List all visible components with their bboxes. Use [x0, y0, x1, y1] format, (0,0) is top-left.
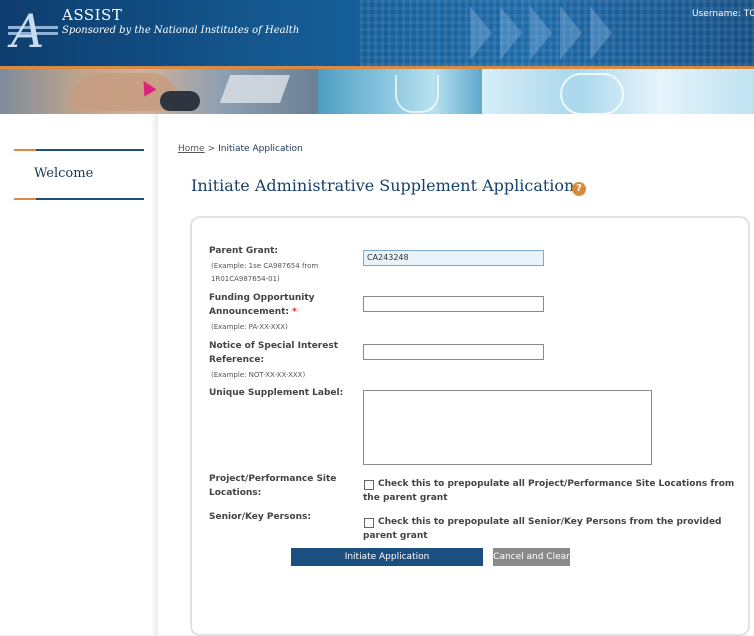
- senior-key-label: Senior/Key Persons:: [209, 512, 311, 522]
- cancel-and-clear-button[interactable]: Cancel and Clear: [493, 548, 570, 566]
- assist-logo[interactable]: A: [11, 8, 44, 54]
- breadcrumb-current: Initiate Application: [218, 144, 303, 154]
- foa-label-line2: Announcement: *: [209, 307, 297, 317]
- supplement-label-label: Unique Supplement Label:: [209, 388, 344, 398]
- nosi-label-line1: Notice of Special Interest: [209, 341, 339, 351]
- senior-key-checkbox-label-1[interactable]: Check this to prepopulate all Senior/Key…: [378, 515, 722, 529]
- main-content: Home > Initiate Application Initiate Admin…: [158, 114, 754, 636]
- banner-image: [0, 69, 754, 114]
- chevron-decoration: [560, 6, 582, 60]
- keyboard-image: [219, 75, 291, 103]
- site-header: A ASSIST Sponsored by the National Insti…: [0, 0, 754, 66]
- parent-grant-example-2: 1R01CA987654-01): [211, 275, 280, 283]
- sidebar: Welcome: [0, 114, 158, 635]
- project-sites-checkbox[interactable]: [364, 480, 374, 490]
- flask-image: [395, 75, 439, 113]
- parent-grant-label: Parent Grant:: [209, 246, 279, 256]
- nosi-label-line2: Reference:: [209, 355, 265, 365]
- username-label: Username: TO: [692, 9, 754, 19]
- required-marker: *: [292, 307, 297, 317]
- glassware-image: [560, 73, 624, 114]
- initiate-application-button[interactable]: Initiate Application: [291, 548, 483, 566]
- chevron-decoration: [530, 6, 552, 60]
- mouse-image: [160, 91, 200, 111]
- project-sites-checkbox-label-2[interactable]: the parent grant: [363, 491, 448, 505]
- application-form: Parent Grant: (Example: 1se CA987654 fro…: [190, 216, 750, 636]
- foa-input[interactable]: [363, 296, 544, 312]
- senior-key-checkbox-label-2[interactable]: parent grant: [363, 529, 428, 543]
- project-sites-label-line1: Project/Performance Site: [209, 474, 337, 484]
- sidebar-shadow: [150, 114, 158, 635]
- sidebar-divider: [14, 149, 144, 151]
- foa-label-line1: Funding Opportunity: [209, 293, 315, 303]
- parent-grant-example-1: (Example: 1se CA987654 from: [211, 262, 319, 270]
- parent-grant-input[interactable]: CA243248: [363, 250, 544, 266]
- page-title: Initiate Administrative Supplement Appli…: [191, 176, 575, 195]
- sidebar-divider: [14, 198, 144, 200]
- foa-example: (Example: PA-XX-XXX): [211, 323, 288, 331]
- breadcrumb-separator: >: [207, 144, 216, 154]
- app-name: ASSIST: [62, 6, 123, 24]
- sidebar-item-welcome[interactable]: Welcome: [34, 166, 93, 181]
- supplement-label-textarea[interactable]: [363, 390, 652, 465]
- chevron-decoration: [470, 6, 492, 60]
- nosi-input[interactable]: [363, 344, 544, 360]
- app-tagline: Sponsored by the National Institutes of …: [62, 25, 300, 36]
- breadcrumb: Home > Initiate Application: [178, 144, 303, 154]
- chevron-decoration: [590, 6, 612, 60]
- project-sites-label-line2: Locations:: [209, 488, 262, 498]
- project-sites-checkbox-label-1[interactable]: Check this to prepopulate all Project/Pe…: [378, 477, 734, 491]
- breadcrumb-home-link[interactable]: Home: [178, 144, 205, 154]
- chevron-decoration: [500, 6, 522, 60]
- senior-key-checkbox[interactable]: [364, 518, 374, 528]
- question-icon[interactable]: ?: [572, 182, 586, 196]
- nosi-example: (Example: NOT-XX-XX-XXX): [211, 371, 306, 379]
